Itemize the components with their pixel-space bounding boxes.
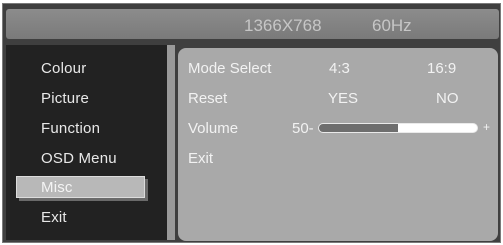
- mode-option-4-3[interactable]: 4:3: [329, 61, 350, 76]
- mode-select-label: Mode Select: [188, 60, 272, 77]
- menu-item-colour[interactable]: Colour: [41, 61, 86, 76]
- resolution-text: 1366X768: [244, 16, 322, 35]
- menu-item-function[interactable]: Function: [41, 121, 100, 136]
- refresh-rate-text: 60Hz: [372, 16, 412, 35]
- menu-selection-highlight: [16, 176, 145, 198]
- exit-option[interactable]: Exit: [188, 151, 213, 166]
- volume-slider[interactable]: [318, 123, 478, 133]
- menu-item-osd-menu[interactable]: OSD Menu: [41, 151, 117, 166]
- menu-item-misc[interactable]: Misc: [41, 180, 73, 195]
- menu-item-picture[interactable]: Picture: [41, 91, 89, 106]
- volume-value: 50-: [292, 120, 314, 137]
- volume-label: Volume: [188, 120, 239, 137]
- menu-item-exit[interactable]: Exit: [41, 210, 67, 225]
- mode-option-16-9[interactable]: 16:9: [427, 61, 456, 76]
- volume-slider-fill: [319, 124, 398, 132]
- reset-option-no[interactable]: NO: [436, 91, 459, 106]
- reset-option-yes[interactable]: YES: [328, 91, 358, 106]
- reset-label: Reset: [188, 90, 228, 107]
- panel-divider: [167, 45, 175, 240]
- title-bar: 1366X768 60Hz: [6, 9, 499, 39]
- volume-plus-icon: +: [483, 120, 491, 134]
- main-menu-panel: [6, 45, 167, 240]
